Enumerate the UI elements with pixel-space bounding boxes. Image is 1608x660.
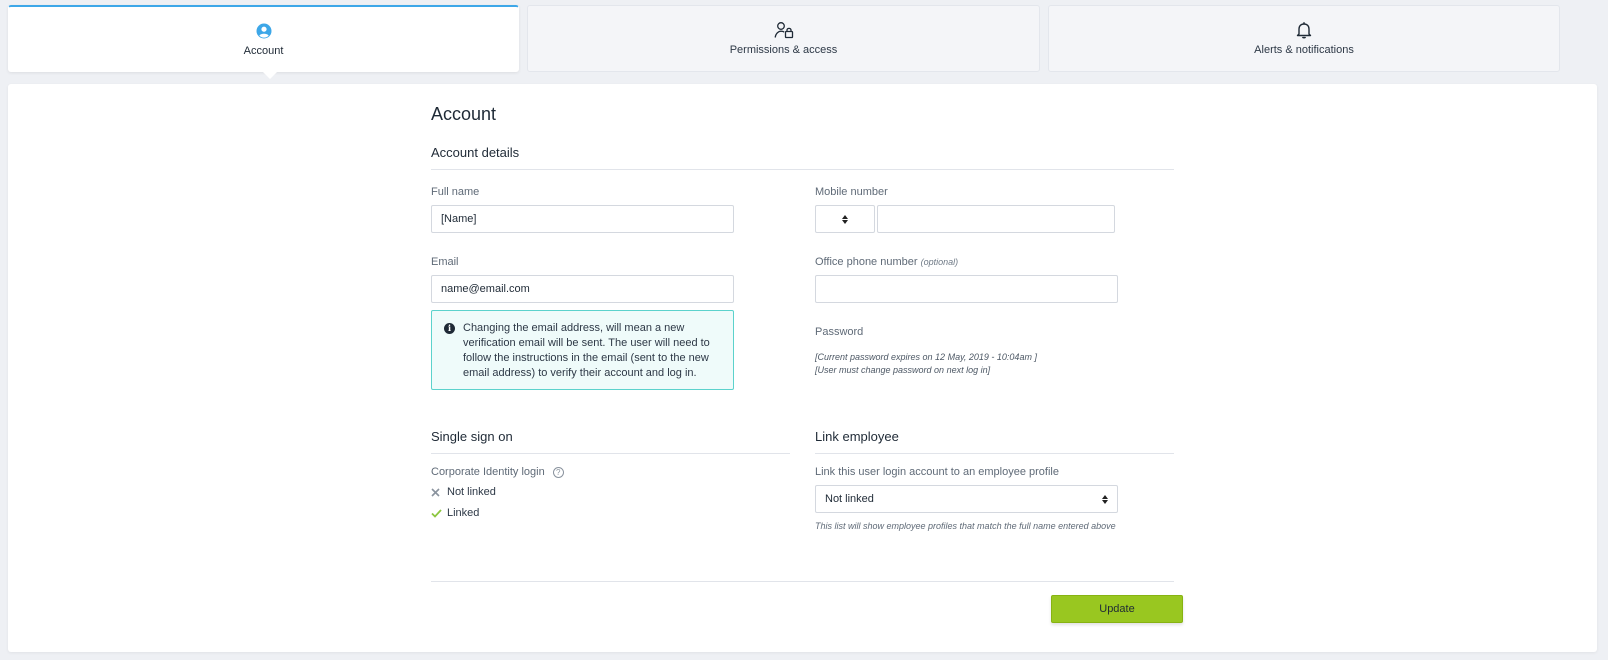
link-employee-heading: Link employee [815,429,899,444]
update-button[interactable]: Update [1051,595,1183,623]
page-title: Account [431,104,497,124]
tab-alerts-label: Alerts & notifications [1254,44,1354,56]
active-tab-indicator [262,71,278,79]
password-expiry-note: [Current password expires on 12 May, 201… [815,352,1037,362]
question-circle-icon[interactable]: ? [552,466,564,478]
employee-profile-select[interactable]: Not linked [815,485,1118,513]
bell-icon [1294,20,1314,40]
tab-permissions[interactable]: Permissions & access [527,5,1040,72]
full-name-label: Full name [431,186,480,198]
sso-option-not-linked: Not linked [431,486,496,498]
divider [431,581,1174,582]
employee-profile-selected: Not linked [825,493,874,505]
info-icon: i [444,323,455,334]
tab-alerts[interactable]: Alerts & notifications [1048,5,1560,72]
mobile-number-label: Mobile number [815,186,888,198]
password-label: Password [815,326,864,338]
office-phone-label: Office phone number (optional) [815,256,959,268]
sso-option-linked: Linked [431,507,479,519]
tab-bar: Account Permissions & access Alerts & no… [8,5,1597,72]
divider [431,453,790,454]
email-label: Email [431,256,459,268]
email-input[interactable]: name@email.com [431,275,734,303]
select-arrows-icon [1102,494,1108,504]
office-phone-input[interactable] [815,275,1118,303]
email-change-notice: i Changing the email address, will mean … [431,310,734,390]
single-sign-on-heading: Single sign on [431,429,513,444]
tab-permissions-label: Permissions & access [729,44,838,56]
check-icon [431,508,447,518]
email-change-notice-text: Changing the email address, will mean a … [463,322,710,379]
full-name-input[interactable]: [Name] [431,205,734,233]
employee-list-helper: This list will show employee profiles th… [815,521,1116,531]
divider [815,453,1174,454]
account-panel: Account Account details Full name [Name]… [8,84,1597,652]
mobile-number-input[interactable] [877,205,1115,233]
link-employee-label: Link this user login account to an emplo… [815,466,1059,478]
account-details-heading: Account details [431,145,520,160]
cross-icon [431,487,447,497]
divider [431,169,1174,170]
country-code-select[interactable] [815,205,875,233]
tab-account[interactable]: Account [8,5,519,72]
optional-tag: (optional) [920,257,959,267]
tab-account-label: Account [243,45,284,57]
corporate-identity-label: Corporate Identity login ? [431,466,564,478]
password-change-note: [User must change password on next log i… [815,365,991,375]
select-arrows-icon [842,214,848,224]
user-circle-icon [254,21,274,41]
user-lock-icon [774,20,794,40]
